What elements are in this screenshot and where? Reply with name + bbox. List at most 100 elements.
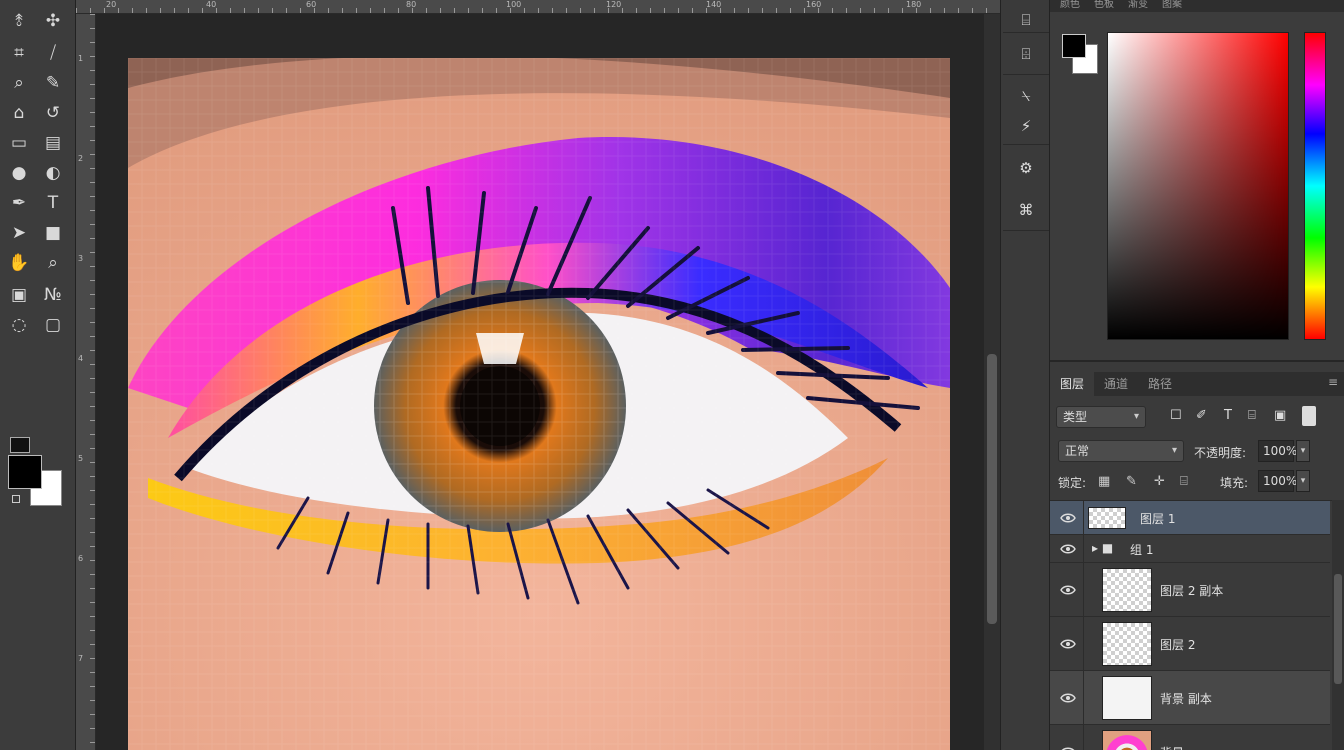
layer-name[interactable]: 组 1 [1130, 541, 1153, 558]
tab-swatches[interactable]: 色板 [1094, 0, 1114, 12]
type-filter-icon[interactable]: T [1224, 408, 1232, 423]
lock-transparency-icon[interactable]: ▦ [1098, 474, 1110, 489]
layer-name[interactable]: 图层 2 副本 [1160, 582, 1223, 599]
clone-stamp-icon[interactable]: ⌂ [6, 100, 32, 126]
dodge-icon[interactable]: ◐ [40, 160, 66, 186]
screen-mode-icon[interactable]: ▢ [40, 312, 66, 338]
layer-kind-filter[interactable]: 类型 ▾ [1056, 406, 1146, 428]
lock-all-icon[interactable]: ⌸ [1180, 474, 1188, 489]
layers-scrollbar[interactable] [1332, 500, 1344, 750]
layer-thumbnail[interactable] [1102, 676, 1152, 720]
scrollbar-thumb[interactable] [987, 354, 997, 624]
pixel-filter-icon[interactable]: ☐ [1170, 408, 1182, 423]
layer-row[interactable]: 图层 2 [1050, 617, 1330, 671]
visibility-eye-icon[interactable] [1060, 693, 1076, 703]
count-icon[interactable]: № [40, 282, 66, 308]
layer-thumbnail[interactable] [1102, 730, 1152, 750]
history-brush-icon[interactable]: ↺ [40, 100, 66, 126]
layer-row[interactable]: 背景 [1050, 725, 1330, 750]
adjustment-filter-icon[interactable]: ✐ [1196, 408, 1207, 423]
lasso-icon[interactable]: ⥉ [6, 8, 32, 34]
zoom-icon[interactable]: ⌕ [40, 250, 66, 276]
eraser-icon[interactable]: ▭ [6, 130, 32, 156]
layer-thumbnail[interactable] [1102, 622, 1152, 666]
info-icon[interactable]: ⍀ [1009, 82, 1043, 110]
color-panel [1050, 12, 1344, 362]
layer-name[interactable]: 图层 2 [1160, 636, 1195, 653]
photo-editor-window: ⥉ ✣ ⌗ ⧸ ⌕ ✎ ⌂ ↺ ▭ ▤ ● ◐ ✒ T ➤ ■ ✋ ⌕ ▣ № ◌ ▢ 20 40 60 80 100 120 140… [0, 0, 1344, 750]
ruler-tick-label: 1 [78, 54, 84, 63]
layer-row[interactable]: 图层 2 副本 [1050, 563, 1330, 617]
smart-object-filter-icon[interactable]: ▣ [1274, 408, 1286, 423]
visibility-eye-icon[interactable] [1060, 639, 1076, 649]
divider [1003, 32, 1049, 33]
shape-filter-icon[interactable]: ⌸ [1248, 408, 1256, 423]
document-canvas[interactable] [128, 58, 950, 750]
type-icon[interactable]: T [40, 190, 66, 216]
swap-colors-icon[interactable] [12, 495, 20, 503]
opacity-input[interactable]: 100% [1258, 440, 1297, 462]
hue-slider[interactable] [1304, 32, 1326, 340]
layer-thumbnail[interactable] [1102, 568, 1152, 612]
lock-pixels-icon[interactable]: ✎ [1126, 474, 1137, 489]
brush-icon[interactable]: ✎ [40, 70, 66, 96]
history-icon[interactable]: ⌸ [1009, 6, 1043, 34]
gradient-icon[interactable]: ▤ [40, 130, 66, 156]
quick-mask-icon[interactable]: ◌ [6, 312, 32, 338]
layer-group-row[interactable]: ▸ ■ 组 1 [1050, 535, 1330, 563]
panel-menu-icon[interactable]: ≡ [1328, 375, 1338, 389]
fill-dropdown[interactable]: ▾ [1296, 470, 1310, 492]
opacity-label: 不透明度: [1194, 446, 1247, 460]
layer-name[interactable]: 图层 1 [1140, 510, 1175, 527]
layer-thumbnail[interactable] [1088, 507, 1126, 529]
hand-icon[interactable]: ✋ [6, 250, 32, 276]
foreground-color-swatch[interactable] [8, 455, 42, 489]
properties-icon[interactable]: ⌹ [1009, 40, 1043, 68]
crop-icon[interactable]: ⌗ [6, 40, 32, 66]
divider [1003, 230, 1049, 231]
default-colors-swatch[interactable] [10, 437, 30, 453]
character-icon[interactable]: ⚡ [1009, 112, 1043, 140]
ruler-tick-label: 140 [706, 0, 722, 9]
opacity-dropdown[interactable]: ▾ [1296, 440, 1310, 462]
blend-mode-value: 正常 [1065, 444, 1090, 458]
path-selection-icon[interactable]: ➤ [6, 220, 32, 246]
layer-row[interactable]: 图层 1 [1050, 501, 1330, 535]
layer-name[interactable]: 背景 副本 [1160, 690, 1212, 707]
pen-icon[interactable]: ✒ [6, 190, 32, 216]
note-icon[interactable]: ▣ [6, 282, 32, 308]
blur-icon[interactable]: ● [6, 160, 32, 186]
lock-position-icon[interactable]: ✛ [1154, 474, 1165, 489]
filter-toggle[interactable] [1302, 406, 1316, 426]
tab-gradients[interactable]: 渐变 [1128, 0, 1148, 12]
vertical-ruler[interactable]: 1 2 3 4 5 6 7 [76, 14, 96, 750]
blend-mode-select[interactable]: 正常 ▾ [1058, 440, 1184, 462]
visibility-eye-icon[interactable] [1060, 513, 1076, 523]
move-icon[interactable]: ✣ [40, 8, 66, 34]
canvas-vertical-scrollbar[interactable] [984, 14, 1000, 750]
eye-makeup-photo [128, 58, 950, 750]
styles-icon[interactable]: ⌘ [1009, 196, 1043, 224]
eyedropper-icon[interactable]: ⧸ [40, 40, 66, 66]
tab-paths[interactable]: 路径 [1138, 372, 1182, 396]
rectangle-icon[interactable]: ■ [40, 220, 66, 246]
tab-channels[interactable]: 通道 [1094, 372, 1138, 396]
healing-brush-icon[interactable]: ⌕ [6, 70, 32, 96]
tab-layers[interactable]: 图层 [1050, 372, 1095, 396]
tab-color[interactable]: 颜色 [1060, 0, 1080, 12]
visibility-eye-icon[interactable] [1060, 544, 1076, 554]
ruler-tick-label: 180 [906, 0, 922, 9]
folder-icon[interactable]: ▸ ■ [1092, 541, 1113, 555]
ruler-tick-label: 40 [206, 0, 217, 9]
saturation-brightness-field[interactable] [1107, 32, 1289, 340]
fill-input[interactable]: 100% [1258, 470, 1297, 492]
layers-scrollbar-thumb[interactable] [1334, 574, 1342, 684]
tab-patterns[interactable]: 图案 [1162, 0, 1182, 12]
visibility-eye-icon[interactable] [1060, 585, 1076, 595]
layer-row[interactable]: 背景 副本 [1050, 671, 1330, 725]
ruler-tick-label: 160 [806, 0, 822, 9]
horizontal-ruler[interactable]: 20 40 60 80 100 120 140 160 180 [76, 0, 1000, 14]
adjustments-icon[interactable]: ⚙ [1009, 154, 1043, 182]
layer-name[interactable]: 背景 [1160, 744, 1184, 750]
foreground-color-chip[interactable] [1062, 34, 1086, 58]
